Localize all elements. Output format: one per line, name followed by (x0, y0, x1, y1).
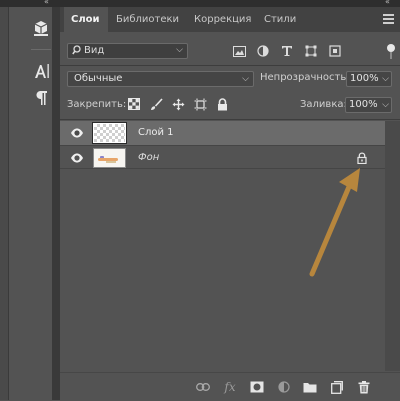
pixel-filter-icon[interactable] (232, 44, 246, 58)
layer-row[interactable]: Слой 1 (60, 121, 385, 145)
fill-label: Заливка: (300, 99, 347, 110)
trash-icon[interactable] (357, 380, 371, 394)
panel-menu-icon[interactable] (383, 14, 394, 24)
layer-name[interactable]: Фон (138, 152, 159, 163)
layer-thumbnail (93, 148, 126, 168)
layer-lock-icon[interactable] (357, 152, 367, 165)
lock-image-pixels-icon[interactable] (149, 97, 163, 111)
search-icon (72, 45, 81, 60)
mask-icon[interactable] (250, 380, 264, 394)
fill-field[interactable]: 100% ⌵ (345, 97, 392, 113)
shape-filter-icon[interactable] (304, 44, 318, 58)
layers-scrollbar[interactable] (385, 121, 400, 371)
opacity-label: Непрозрачность: (260, 72, 350, 83)
lock-label: Закрепить: (67, 99, 127, 110)
collapse-chevron-icon[interactable]: « (385, 0, 390, 6)
visibility-eye-icon[interactable] (70, 127, 84, 139)
filter-toggle-icon[interactable] (387, 44, 395, 52)
panel-top-strip: « « (0, 0, 400, 7)
layers-bottom-bar: fx (60, 372, 400, 401)
chevron-down-icon: ⌵ (382, 74, 389, 84)
tab-styles[interactable]: Стили (257, 7, 303, 32)
adjustment-filter-icon[interactable] (256, 44, 270, 58)
row-divider (60, 119, 400, 120)
collapse-chevron-icon[interactable]: « (44, 0, 49, 6)
link-icon[interactable] (196, 380, 210, 394)
lock-all-icon[interactable] (215, 97, 229, 111)
panel-tabs: Слои Библиотеки Коррекция Стили (60, 7, 400, 32)
folder-icon[interactable] (303, 380, 317, 394)
visibility-eye-icon[interactable] (70, 152, 84, 164)
new-layer-icon[interactable] (330, 380, 344, 394)
row-divider (60, 65, 400, 66)
tool-column (0, 7, 60, 400)
chevron-down-icon: ⌵ (382, 100, 389, 110)
opacity-value: 100% (350, 73, 379, 84)
opacity-field[interactable]: 100% ⌵ (346, 71, 392, 87)
layer-name[interactable]: Слой 1 (138, 127, 174, 138)
tab-libraries[interactable]: Библиотеки (109, 7, 187, 32)
tab-adjustments[interactable]: Коррекция (187, 7, 257, 32)
adjustment-icon[interactable] (277, 380, 291, 394)
lock-artboard-icon[interactable] (193, 97, 207, 111)
column-separator (52, 7, 60, 400)
blend-mode-select[interactable]: Обычные ⌵ (67, 71, 254, 87)
blend-mode-value: Обычные (74, 73, 123, 84)
type-filter-icon[interactable] (280, 44, 294, 58)
panel-grip[interactable] (0, 7, 9, 400)
layer-row[interactable]: Фон (60, 145, 385, 169)
smart-object-filter-icon[interactable] (328, 44, 342, 58)
lock-transparent-pixels-icon[interactable] (127, 97, 141, 111)
tool-divider (31, 49, 51, 50)
tab-layers[interactable]: Слои (64, 7, 108, 32)
filter-kind-select[interactable]: Вид ⌵ (67, 43, 188, 59)
layer-thumbnail (92, 122, 127, 144)
filter-toggle-stem (390, 52, 392, 59)
paragraph-icon[interactable] (30, 87, 52, 109)
layers-panel: Слои Библиотеки Коррекция Стили Вид ⌵ Об… (60, 7, 400, 401)
filter-kind-value: Вид (84, 45, 105, 56)
chevron-down-icon: ⌵ (176, 45, 183, 55)
fx-icon[interactable]: fx (223, 380, 237, 394)
chevron-down-icon: ⌵ (242, 74, 249, 84)
character-icon[interactable] (30, 60, 52, 82)
fill-value: 100% (349, 99, 378, 110)
cube-3d-icon[interactable] (30, 17, 52, 39)
lock-position-icon[interactable] (171, 97, 185, 111)
